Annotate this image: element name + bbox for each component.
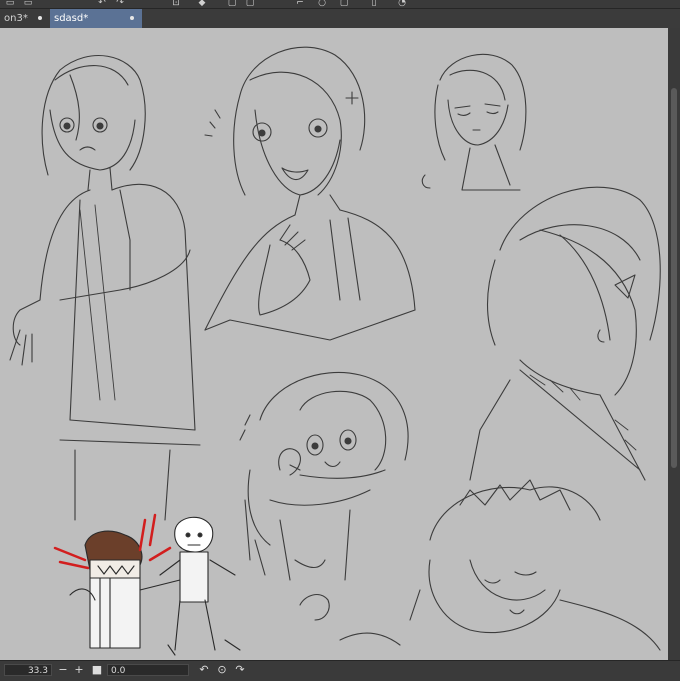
select-icon[interactable]: ▢: [226, 0, 238, 8]
vertical-scrollbar[interactable]: [668, 28, 680, 660]
tab-on3[interactable]: on3*: [0, 9, 48, 28]
layer-icon[interactable]: ▢: [338, 0, 350, 8]
unsaved-dot-icon[interactable]: [130, 16, 134, 20]
sketch-figure-standing: [9, 55, 201, 521]
lasso-icon[interactable]: ▢: [244, 0, 256, 8]
zoom-out-button[interactable]: −: [56, 663, 70, 677]
rotate-right-button[interactable]: ↷: [233, 663, 247, 677]
undo-icon[interactable]: ↶: [96, 0, 108, 8]
ruler-icon[interactable]: ⌐: [294, 0, 306, 8]
open-file-icon[interactable]: ▭: [22, 0, 34, 8]
sketch-mini-figures: [53, 513, 241, 656]
rotate-left-button[interactable]: ↶: [197, 663, 211, 677]
position-field[interactable]: 0.0: [107, 664, 189, 676]
tab-label: on3*: [4, 13, 28, 24]
sketch-figure-praying: [204, 46, 416, 341]
help-icon[interactable]: ◔: [396, 0, 408, 8]
redo-icon[interactable]: ↷: [114, 0, 126, 8]
sketch-figure-tired: [421, 53, 527, 191]
fill-icon[interactable]: ◆: [196, 0, 208, 8]
status-bar: 33.3 − + ■ 0.0 ↶ ⊙ ↷: [0, 660, 680, 681]
zoom-in-button[interactable]: +: [72, 663, 86, 677]
zoom-level-field[interactable]: 33.3: [4, 664, 52, 676]
transform-icon[interactable]: ⊡: [170, 0, 182, 8]
new-file-icon[interactable]: ▭: [4, 0, 16, 8]
sketch-artwork: [9, 46, 661, 656]
drawing-canvas[interactable]: [0, 28, 668, 660]
sketch-figure-hug: [239, 371, 409, 581]
sketch-figure-sleeping: [299, 479, 661, 651]
rotate-reset-button[interactable]: ⊙: [215, 663, 229, 677]
ellipse-icon[interactable]: ○: [316, 0, 328, 8]
tab-sdasd[interactable]: sdasd*: [50, 9, 142, 28]
sketch-figure-profile: [469, 186, 661, 481]
phone-icon[interactable]: ▯: [368, 0, 380, 8]
scrollbar-thumb[interactable]: [671, 88, 677, 468]
stop-icon[interactable]: ■: [90, 663, 104, 677]
document-tab-bar: on3* sdasd*: [0, 9, 680, 28]
top-toolbar: ▭ ▭ ↶ ↷ ⊡ ◆ ▢ ▢ ⌐ ○ ▢ ▯ ◔: [0, 0, 680, 9]
tab-label: sdasd*: [54, 13, 89, 24]
unsaved-dot-icon[interactable]: [38, 16, 42, 20]
